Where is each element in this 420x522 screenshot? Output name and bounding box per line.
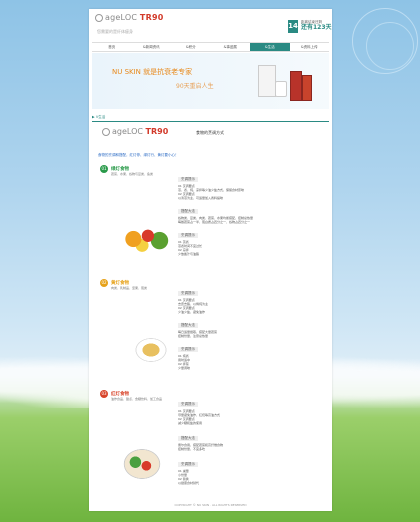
tips-tag: 烹调提示 (178, 291, 198, 296)
section-number: 01 (100, 165, 108, 173)
section-desc: 蔬菜、水果、谷物与豆类、鱼类 (111, 172, 154, 176)
pairing-tag: 搭配大法 (178, 323, 198, 328)
product-bottle-image (290, 71, 302, 101)
section-desc: 油炸食品、甜点、含糖饮料、加工食品 (111, 397, 163, 401)
tips-tag: 烹调提示 (178, 402, 198, 407)
pasta-dish-image (134, 337, 168, 363)
pairing-tag: 搭配大法 (178, 436, 198, 441)
banner-subline: 90天重启人生 (176, 83, 214, 90)
product-box-image (258, 65, 276, 97)
article-intro: 食物的烹调和搭配，红灯停、绿灯行、黄灯要小心！ (98, 153, 179, 157)
day-counter-text: 距离结束还剩 还有123天 (301, 20, 332, 31)
logo-text: ageLOC (105, 13, 138, 22)
day-counter-number: 14 (288, 20, 298, 33)
pairing-column: 搭配大法 偶尔食用，搭配蔬菜和高纤维食物 控制份量，不宜多吃 (178, 424, 323, 451)
product-jar-image (275, 81, 287, 97)
promo-banner[interactable]: NU SKIN 就是抗衰老专家 90天重启人生 (92, 53, 329, 109)
tip-line: 少量调味 (178, 366, 191, 370)
section-number: 02 (100, 279, 108, 287)
brand-logo[interactable]: ageLOC TR90 (95, 13, 163, 22)
product-bottle-image-2 (302, 75, 312, 101)
footer-copyright: COPYRIGHT © NU SKIN · ALL RIGHTS RESERVE… (174, 503, 247, 507)
main-nav: 首页 &新闻资讯 &积分 &事迹展 &生活 &资料上传 (92, 42, 329, 52)
fruit-image (116, 223, 174, 255)
cooking-tips-column-2: 烹调提示 01 减量 小份量 02 替换 以健康食材替代 (178, 450, 323, 485)
decorative-ring-inner (366, 22, 414, 70)
tip-line: 以健康食材替代 (178, 481, 200, 485)
article-heading: 食物的烹调方式 (196, 130, 224, 135)
nav-home[interactable]: 首页 (92, 43, 132, 51)
article-logo-text: ageLOC (112, 127, 143, 136)
tips-tag: 烹调提示 (178, 233, 198, 238)
article-logo: ageLOC TR90 (102, 127, 168, 136)
nav-points[interactable]: &积分 (171, 43, 211, 51)
article-content: ageLOC TR90 食物的烹调方式 食物的烹调和搭配，红灯停、绿灯行、黄灯要… (92, 122, 329, 502)
nav-news[interactable]: &新闻资讯 (132, 43, 172, 51)
cooking-tips-column: 烹调提示 01 烹调要点 尽量避免油炸、红烧等高油方式 02 烹调要点 减少糖和… (178, 390, 323, 425)
cooking-tips-column-2: 烹调提示 01 蒸煮 蒸煮时间不宜过长 02 凉拌 少放酱汁与油脂 (178, 221, 323, 256)
meal-plate-image (120, 446, 164, 482)
cooking-tips-column-2: 烹调提示 01 炖煮 用时适中 02 拌菜 少量调味 (178, 335, 323, 370)
nav-upload[interactable]: &资料上传 (290, 43, 330, 51)
tips-tag: 烹调提示 (178, 177, 198, 182)
yellow-light-section: 02 黄灯食物 肉类、乳制品、坚果、蛋类 烹调提示 01 烹调要点 去皮去脂、以… (96, 279, 325, 379)
breadcrumb: ▶ V生活 (92, 113, 329, 122)
brand-tagline: 您需要的是纤体瘦身 (97, 29, 133, 34)
logo-tr: TR90 (139, 13, 164, 22)
tips-tag: 烹调提示 (178, 347, 198, 352)
header: ageLOC TR90 您需要的是纤体瘦身 14 距离结束还剩 还有123天 (89, 9, 332, 39)
banner-headline: NU SKIN 就是抗衰老专家 (112, 68, 193, 76)
page-container: ageLOC TR90 您需要的是纤体瘦身 14 距离结束还剩 还有123天 首… (89, 9, 332, 511)
tip-line: 少放酱汁与油脂 (178, 252, 200, 256)
red-light-section: 03 红灯食物 油炸食品、甜点、含糖饮料、加工食品 烹调提示 01 烹调要点 尽… (96, 390, 325, 498)
section-desc: 肉类、乳制品、坚果、蛋类 (111, 286, 148, 290)
cooking-tips-column: 烹调提示 01 烹调要点 去皮去脂、以烤炖为主 02 烹调要点 少油少盐，避免油… (178, 279, 323, 314)
breadcrumb-label[interactable]: V生活 (96, 115, 105, 119)
section-number: 03 (100, 390, 108, 398)
article-logo-tr: TR90 (145, 127, 169, 136)
pairing-column: 搭配大法 每日适量摄取，搭配大量蔬菜 控制份量，注意总热量 (178, 311, 323, 338)
nav-life[interactable]: &生活 (250, 43, 290, 51)
green-light-section: 01 绿灯食物 蔬菜、水果、谷物与豆类、鱼类 烹调提示 01 烹调要点 蒸、煮、… (96, 165, 325, 257)
logo-ring-icon (95, 13, 103, 22)
pairing-column: 搭配大法 谷物类、豆类、肉类、蔬菜、水果均衡搭配，控制总热量 每餐蔬菜占一半、蛋… (178, 197, 323, 224)
tips-tag: 烹调提示 (178, 462, 198, 467)
day-counter-remaining: 还有123天 (301, 24, 332, 31)
cooking-tips-column: 烹调提示 01 烹调要点 蒸、煮、炖、凉拌等少油少盐方式，保留食材原味 02 烹… (178, 165, 323, 200)
nav-stories[interactable]: &事迹展 (211, 43, 251, 51)
pairing-tag: 搭配大法 (178, 209, 198, 214)
article-logo-ring-icon (102, 127, 110, 136)
